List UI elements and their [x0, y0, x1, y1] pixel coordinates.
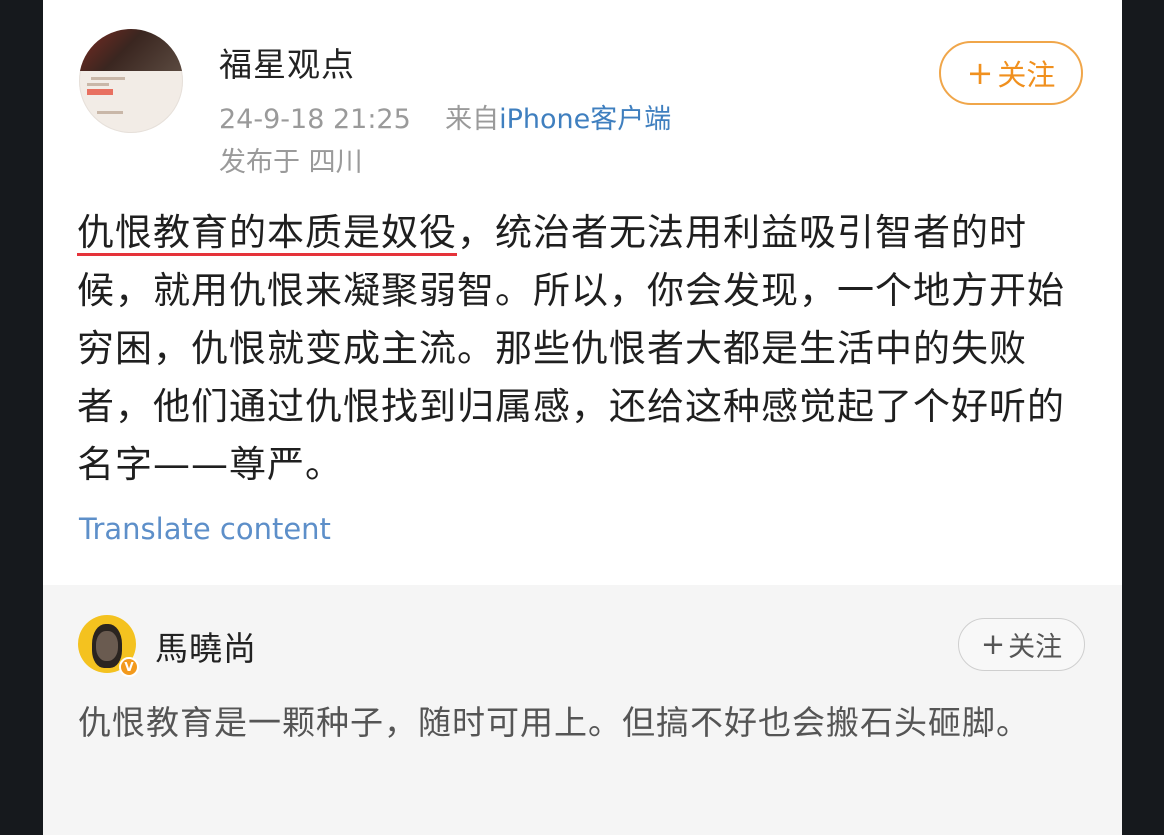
post-location: 发布于 四川: [219, 147, 363, 178]
avatar-image-top: [79, 29, 183, 71]
follow-button[interactable]: + 关注: [939, 41, 1083, 105]
avatar-line: [87, 83, 109, 86]
avatar-price-mark: [87, 89, 113, 95]
plus-icon: +: [980, 627, 1006, 661]
post: 福星观点 24-9-18 21:25 来自iPhone客户端 发布于 四川 + …: [43, 0, 1122, 585]
follow-label: 关注: [1008, 632, 1063, 663]
verified-badge-icon: V: [119, 657, 139, 677]
weibo-card: 福星观点 24-9-18 21:25 来自iPhone客户端 发布于 四川 + …: [43, 0, 1122, 835]
avatar-face-shade: [96, 631, 118, 661]
comment-follow-button[interactable]: + 关注: [958, 618, 1085, 671]
avatar-line: [97, 111, 123, 114]
source-prefix: 来自: [445, 104, 500, 135]
post-timestamp: 24-9-18 21:25: [219, 104, 411, 135]
highlighted-text: 仇恨教育的本质是奴役: [77, 211, 457, 254]
avatar-line: [91, 77, 125, 80]
follow-label: 关注: [997, 58, 1056, 92]
plus-icon: +: [966, 54, 994, 92]
comment-text: 仇恨教育是一颗种子，随时可用上。但搞不好也会搬石头砸脚。: [78, 703, 1030, 742]
source-device-link[interactable]: iPhone客户端: [499, 104, 671, 135]
post-body: 仇恨教育的本质是奴役，统治者无法用利益吸引智者的时候，就用仇恨来凝聚弱智。所以，…: [77, 204, 1087, 494]
right-screen-edge: [1122, 0, 1164, 835]
author-name[interactable]: 福星观点: [219, 38, 355, 86]
comment: V 馬曉尚 + 关注 仇恨教育是一颗种子，随时可用上。但搞不好也会搬石头砸脚。: [43, 585, 1122, 835]
author-avatar[interactable]: [79, 29, 183, 133]
commenter-name[interactable]: 馬曉尚: [155, 622, 257, 670]
translate-content-link[interactable]: Translate content: [79, 512, 331, 546]
post-meta: 24-9-18 21:25 来自iPhone客户端: [219, 97, 671, 136]
left-screen-edge: [0, 0, 43, 835]
